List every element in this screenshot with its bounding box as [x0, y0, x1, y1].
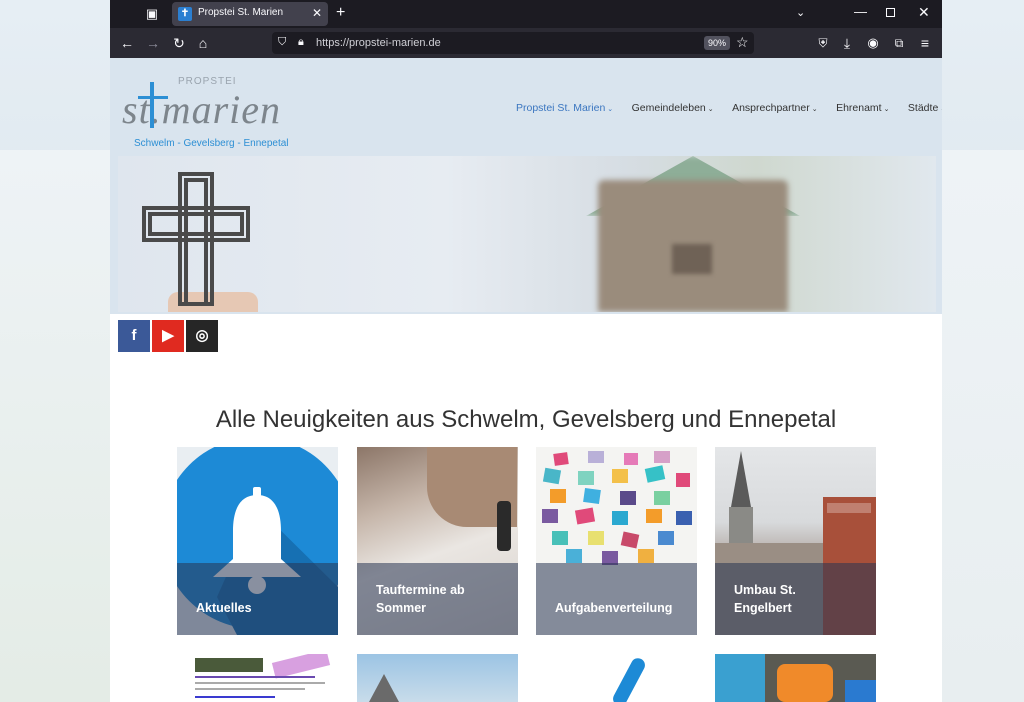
card-image-poster-line: [195, 682, 325, 684]
card-image-poster-stamp: [271, 654, 331, 679]
logo-main-text: st.marien: [122, 87, 281, 132]
chevron-down-icon: ⌄: [607, 106, 614, 113]
facebook-icon[interactable]: f: [118, 320, 150, 352]
window-close-icon[interactable]: ✕: [918, 4, 930, 21]
site-logo[interactable]: PROPSTEI st.marien Schwelm - Gevelsberg …: [120, 72, 320, 149]
new-tab-icon[interactable]: +: [336, 4, 345, 22]
logo-cross-bar: [138, 96, 168, 99]
logo-cross-icon: [150, 82, 154, 128]
news-card-tauftermine[interactable]: Tauftermine ab Sommer: [357, 447, 518, 635]
news-card-aufgabenverteilung[interactable]: Aufgabenverteilung: [536, 447, 697, 635]
cross-sculpture-icon: [142, 172, 250, 306]
url-bar[interactable]: ⛉ 🔒︎ https://propstei-marien.de 90% ☆: [272, 32, 754, 54]
download-icon[interactable]: ⤓: [838, 34, 856, 52]
url-text[interactable]: https://propstei-marien.de: [316, 37, 441, 49]
desktop-left-area: [0, 150, 110, 702]
chevron-down-icon: ⌄: [940, 106, 942, 113]
card-image-puzzle-dark: [845, 680, 876, 702]
card-image-poster-line: [195, 676, 315, 678]
chevron-down-icon: ⌄: [883, 106, 890, 113]
card-image-puzzle-orange: [777, 664, 833, 702]
chevron-down-icon: ⌄: [811, 106, 818, 113]
card-image-watch: [497, 501, 511, 551]
zoom-badge[interactable]: 90%: [704, 36, 730, 50]
instagram-icon[interactable]: ◎: [186, 320, 218, 352]
card-label: Tauftermine ab Sommer: [376, 583, 465, 615]
close-tab-icon[interactable]: ✕: [312, 6, 322, 20]
tab-list-icon[interactable]: ▣: [144, 6, 160, 22]
forward-icon[interactable]: →: [144, 34, 162, 52]
card-label: Aktuelles: [196, 601, 252, 615]
nav-item-staedte[interactable]: Städte⌄: [908, 102, 942, 114]
card-image-pen: [610, 655, 648, 702]
maximize-icon[interactable]: [886, 8, 895, 17]
browser-tab[interactable]: ✝ Propstei St. Marien ✕: [172, 2, 328, 26]
tab-bar: ▣ ✝ Propstei St. Marien ✕ + ⌄ — ✕: [110, 0, 942, 28]
pocket-icon[interactable]: ⛨: [814, 34, 832, 52]
news-card-aktuelles[interactable]: Aktuelles: [177, 447, 338, 635]
account-icon[interactable]: ◉: [864, 34, 882, 52]
nav-item-ansprechpartner[interactable]: Ansprechpartner ⌄: [732, 102, 818, 114]
tab-title: Propstei St. Marien: [198, 7, 284, 18]
card-image-poster-line: [195, 696, 275, 698]
browser-window: ▣ ✝ Propstei St. Marien ✕ + ⌄ — ✕ ← → ↻ …: [110, 0, 942, 702]
chevron-down-icon: ⌄: [707, 106, 714, 113]
home-icon[interactable]: ⌂: [194, 34, 212, 52]
hero-tower-window: [672, 244, 712, 274]
news-card-gemeindefest[interactable]: [177, 654, 338, 702]
menu-icon[interactable]: ≡: [916, 34, 934, 52]
card-image-puzzle-blue: [715, 654, 765, 702]
nav-item-propstei[interactable]: Propstei St. Marien ⌄: [516, 102, 613, 114]
card-image-poster-header: [195, 658, 263, 672]
nav-item-ehrenamt[interactable]: Ehrenamt ⌄: [836, 102, 889, 114]
news-card-puzzle[interactable]: [715, 654, 876, 702]
news-heading: Alle Neuigkeiten aus Schwelm, Gevelsberg…: [215, 406, 837, 433]
bookmark-star-icon[interactable]: ☆: [736, 34, 749, 51]
card-image-poster-line: [195, 688, 305, 690]
card-label: Umbau St. Engelbert: [734, 583, 796, 615]
youtube-icon[interactable]: ▶: [152, 320, 184, 352]
reload-icon[interactable]: ↻: [170, 34, 188, 52]
web-page: PROPSTEI st.marien Schwelm - Gevelsberg …: [110, 58, 942, 702]
news-card-umbau[interactable]: Umbau St. Engelbert: [715, 447, 876, 635]
back-icon[interactable]: ←: [118, 34, 136, 52]
news-card-kirchturm[interactable]: [357, 654, 518, 702]
minimize-icon[interactable]: —: [854, 4, 867, 19]
card-image-tower: [369, 674, 399, 702]
logo-subtitle: Schwelm - Gevelsberg - Ennepetal: [134, 138, 289, 149]
extensions-icon[interactable]: ⧉: [890, 34, 908, 52]
news-card-stift[interactable]: [536, 654, 697, 702]
favicon-icon: ✝: [178, 7, 192, 21]
site-header: PROPSTEI st.marien Schwelm - Gevelsberg …: [110, 58, 942, 314]
nav-item-gemeindeleben[interactable]: Gemeindeleben ⌄: [632, 102, 714, 114]
chevron-down-icon[interactable]: ⌄: [796, 6, 805, 19]
navigation-toolbar: ← → ↻ ⌂ ⛉ 🔒︎ https://propstei-marien.de …: [110, 28, 942, 58]
main-navigation: Propstei St. Marien ⌄ Gemeindeleben ⌄ Ansp…: [516, 98, 942, 114]
lock-icon[interactable]: 🔒︎: [298, 36, 304, 49]
card-label: Aufgabenverteilung: [555, 601, 673, 615]
desktop-right-area: [942, 150, 1024, 702]
shield-icon[interactable]: ⛉: [278, 36, 286, 49]
hero-banner: [118, 156, 936, 312]
